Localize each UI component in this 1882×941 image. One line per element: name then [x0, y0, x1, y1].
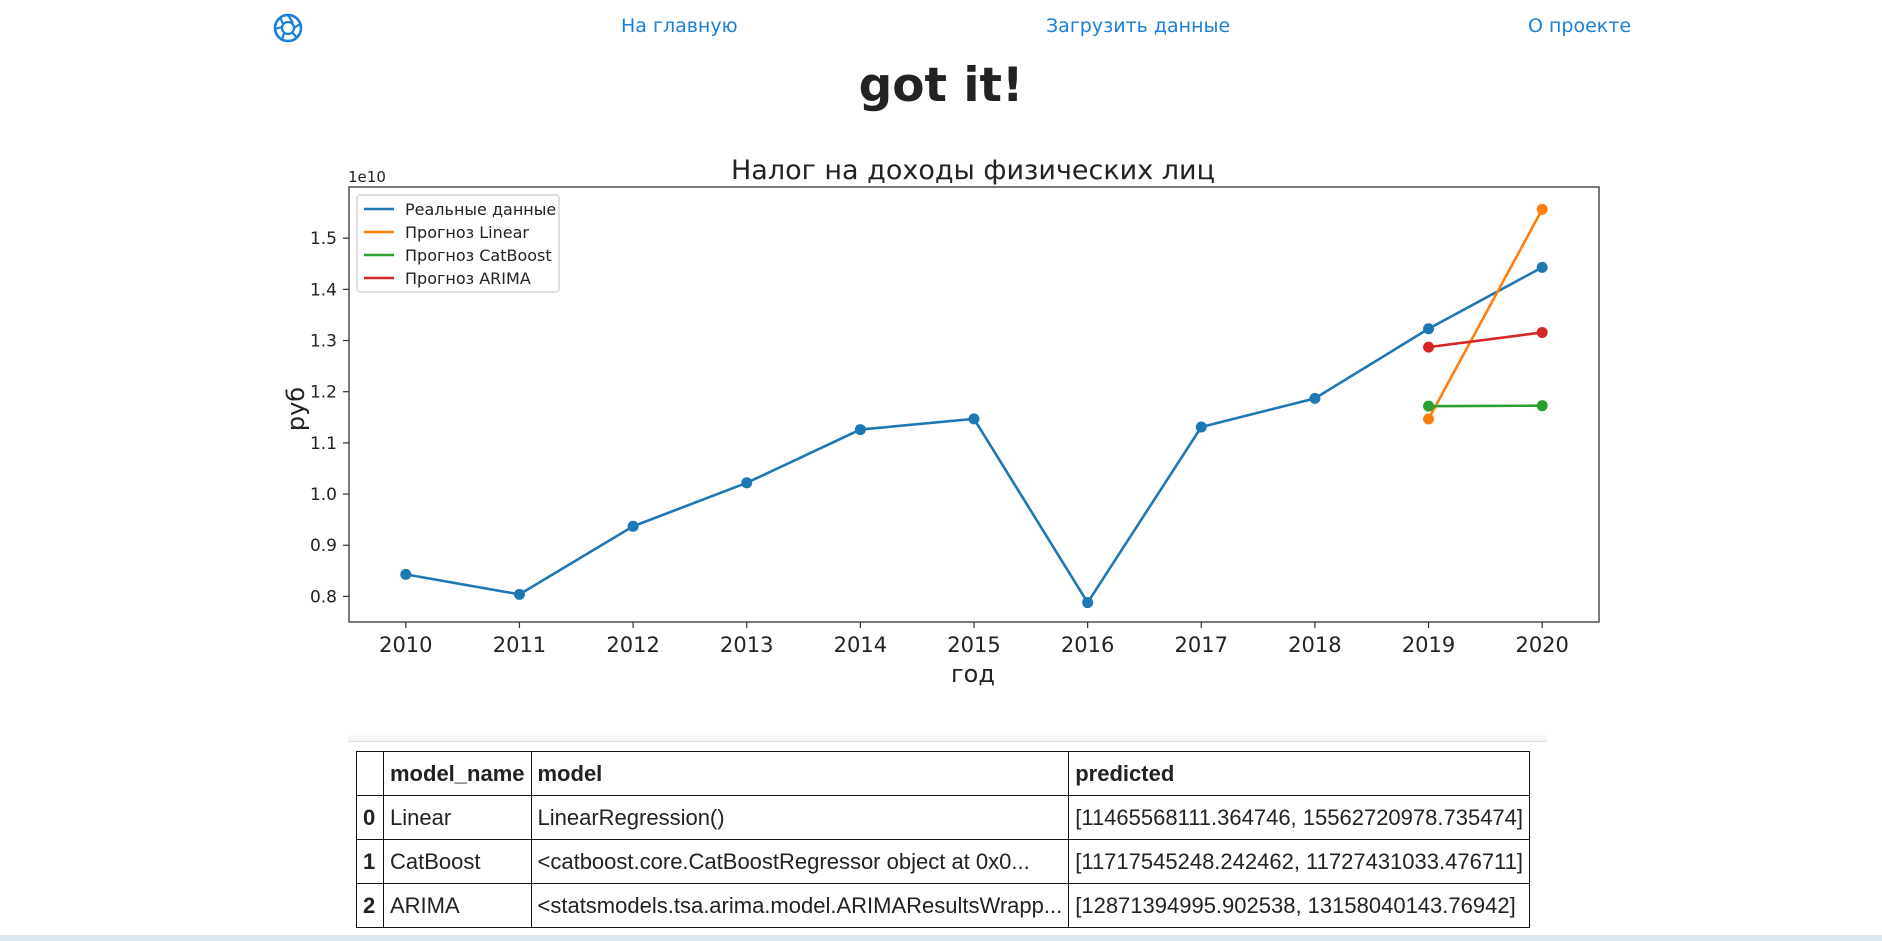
y-tick-label: 0.8 — [310, 587, 337, 607]
model-cell: <statsmodels.tsa.arima.model.ARIMAResult… — [530, 883, 1070, 928]
data-point — [1082, 597, 1094, 609]
data-point — [1309, 392, 1321, 404]
model-name-cell: ARIMA — [383, 883, 532, 928]
series-line — [405, 266, 1543, 605]
y-tick-label: 1.5 — [310, 229, 337, 249]
column-header-index — [356, 751, 384, 796]
model-name-cell: CatBoost — [383, 839, 532, 884]
model-cell: <catboost.core.CatBoostRegressor object … — [530, 839, 1070, 884]
data-point — [513, 588, 525, 600]
data-point — [741, 477, 753, 489]
series-line — [1428, 331, 1543, 349]
data-point — [968, 413, 980, 425]
data-point — [627, 520, 639, 532]
x-tick-label: 2017 — [1175, 633, 1228, 657]
results-table: model_name model predicted 0 Linear Line… — [356, 751, 1531, 928]
x-tick-label: 2016 — [1061, 633, 1114, 657]
y-tick-label: 1.2 — [310, 383, 337, 403]
tax-forecast-chart: Налог на доходы физических лиц 1e10 2010… — [282, 155, 1600, 688]
y-tick-label: 1.1 — [310, 434, 337, 454]
y-tick-label: 1.3 — [310, 332, 337, 352]
predicted-cell: [11465568111.364746, 15562720978.735474] — [1068, 795, 1531, 840]
x-tick-label: 2013 — [720, 633, 773, 657]
data-point — [1536, 326, 1548, 338]
x-tick-label: 2014 — [834, 633, 887, 657]
x-tick-label: 2012 — [606, 633, 659, 657]
column-header-predicted: predicted — [1068, 751, 1531, 796]
column-header-model: model — [530, 751, 1070, 796]
legend-label: Прогноз CatBoost — [405, 246, 552, 265]
row-index: 1 — [356, 839, 384, 884]
predicted-cell: [11717545248.242462, 11727431033.476711] — [1068, 839, 1531, 884]
y-tick-label: 1.0 — [310, 485, 337, 505]
data-point — [1423, 413, 1435, 425]
data-point — [854, 424, 866, 436]
chart-title: Налог на доходы физических лиц — [731, 155, 1215, 186]
table-row: 0 Linear LinearRegression() [11465568111… — [356, 795, 1531, 840]
data-point — [1423, 341, 1435, 353]
x-tick-label: 2010 — [379, 633, 432, 657]
predicted-cell: [12871394995.902538, 13158040143.76942] — [1068, 883, 1531, 928]
x-tick-label: 2019 — [1402, 633, 1455, 657]
data-point — [1536, 400, 1548, 412]
x-tick-label: 2011 — [493, 633, 546, 657]
data-point — [1536, 203, 1548, 215]
legend-label: Реальные данные — [405, 200, 556, 219]
table-row: 1 CatBoost <catboost.core.CatBoostRegres… — [356, 839, 1531, 884]
model-cell: LinearRegression() — [530, 795, 1070, 840]
table-row: 2 ARIMA <statsmodels.tsa.arima.model.ARI… — [356, 883, 1531, 928]
row-index: 0 — [356, 795, 384, 840]
column-header-model-name: model_name — [383, 751, 532, 796]
legend-label: Прогноз ARIMA — [405, 269, 531, 288]
y-axis-multiplier: 1e10 — [348, 168, 386, 186]
data-point — [1423, 323, 1435, 335]
x-tick-label: 2015 — [947, 633, 1000, 657]
y-tick-label: 0.9 — [310, 536, 337, 556]
data-point — [400, 568, 412, 580]
x-axis-label: год — [951, 660, 995, 688]
chart-legend: Реальные данные Прогноз Linear Прогноз Cat… — [356, 194, 560, 293]
data-point — [1423, 400, 1435, 412]
y-axis-label: руб — [282, 387, 310, 431]
legend-label: Прогноз Linear — [405, 223, 529, 242]
y-tick-label: 1.4 — [310, 280, 337, 300]
row-index: 2 — [356, 883, 384, 928]
model-name-cell: Linear — [383, 795, 532, 840]
section-divider — [348, 732, 1547, 742]
x-tick-label: 2020 — [1515, 633, 1568, 657]
data-point — [1195, 421, 1207, 433]
series-line — [1427, 208, 1544, 420]
table-header-row: model_name model predicted — [356, 751, 1531, 796]
x-tick-label: 2018 — [1288, 633, 1341, 657]
data-point — [1536, 261, 1548, 273]
bottom-scroll-track — [0, 935, 1882, 941]
